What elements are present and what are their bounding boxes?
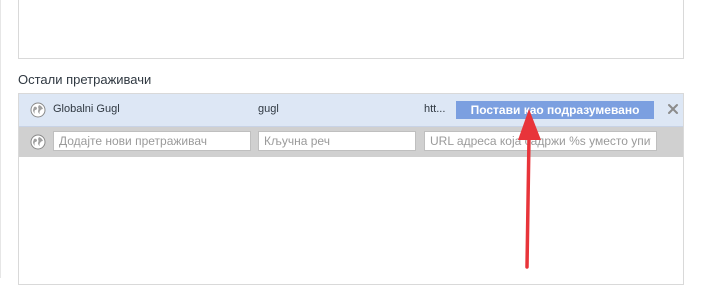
default-engines-list xyxy=(18,0,684,59)
new-engine-keyword-field[interactable] xyxy=(258,131,416,151)
window-left-edge xyxy=(0,0,1,278)
engine-url[interactable]: htt... xyxy=(424,103,445,115)
section-title: Остали претраживачи xyxy=(18,72,152,87)
other-engines-list: Globalni Gugl gugl htt... Постави као по… xyxy=(18,93,684,285)
make-default-button[interactable]: Постави као подразумевано xyxy=(456,101,654,119)
globe-icon xyxy=(30,134,46,150)
close-icon[interactable] xyxy=(666,102,680,116)
add-engine-row xyxy=(19,127,683,157)
engine-name[interactable]: Globalni Gugl xyxy=(53,103,120,115)
engine-keyword[interactable]: gugl xyxy=(258,103,279,115)
new-engine-url-field[interactable] xyxy=(424,131,657,151)
globe-icon xyxy=(30,102,46,118)
engine-row[interactable]: Globalni Gugl gugl htt... Постави као по… xyxy=(19,94,683,127)
new-engine-name-field[interactable] xyxy=(53,131,251,151)
